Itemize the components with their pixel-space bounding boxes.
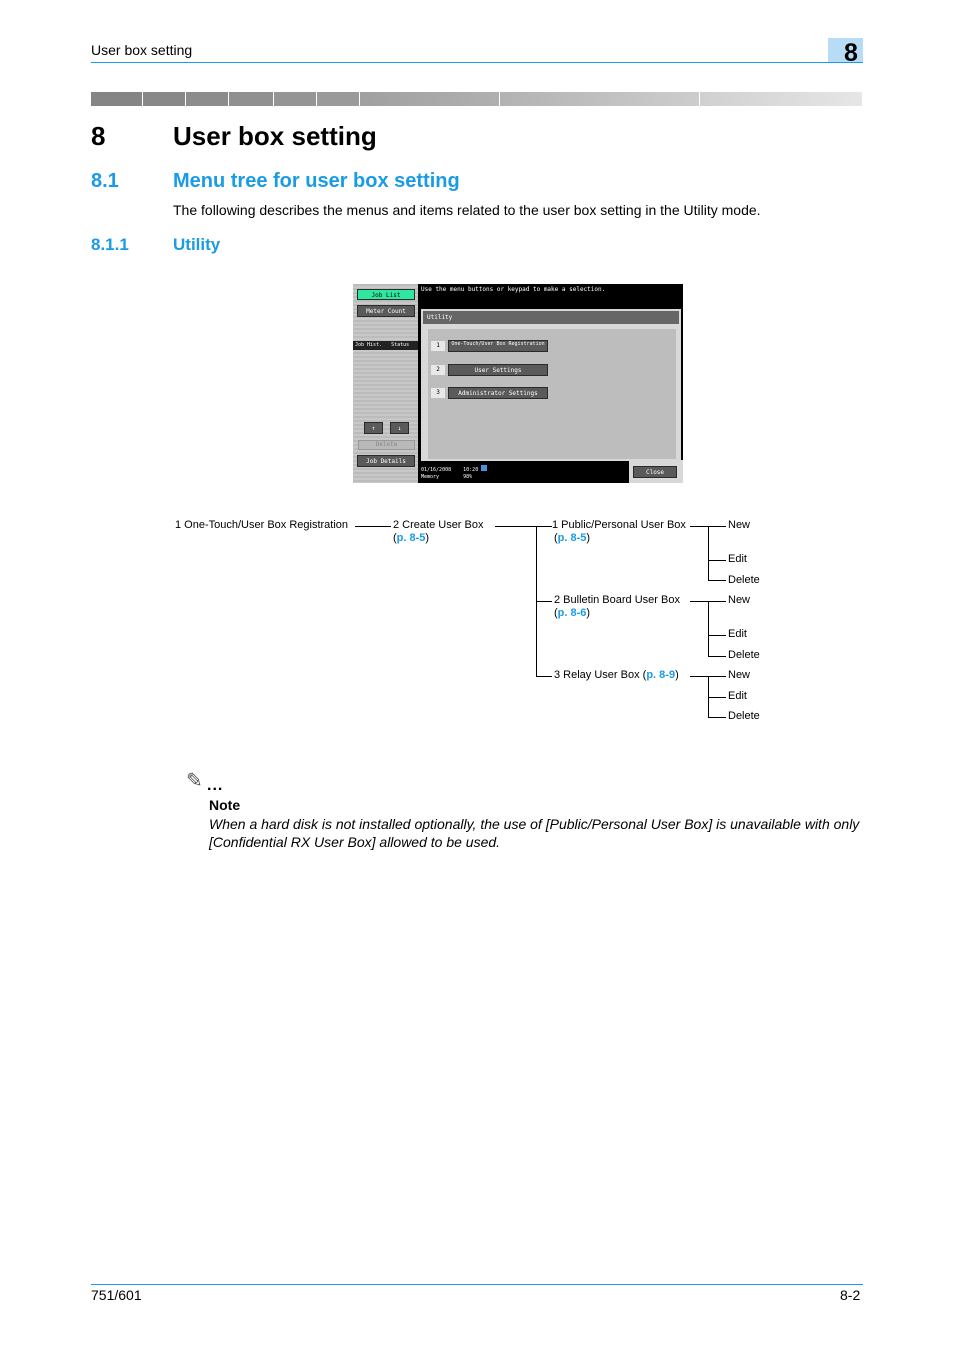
tree-relay-text: 3 Relay User Box bbox=[554, 669, 640, 681]
utility-panel-title: Utility bbox=[423, 311, 679, 324]
menu-number: 1 bbox=[431, 341, 445, 351]
chapter-title: User box setting bbox=[173, 121, 377, 151]
page-link[interactable]: p. 8-5 bbox=[397, 532, 426, 544]
tree-connector bbox=[708, 580, 726, 581]
subsection-number: 8.1.1 bbox=[91, 235, 129, 254]
tree-relay-label: 3 Relay User Box (p. 8-9) bbox=[554, 669, 679, 681]
tree-connector bbox=[708, 601, 709, 656]
tree-leaf-delete: Delete bbox=[728, 574, 760, 586]
memory-value: 98% bbox=[463, 474, 473, 480]
menu-number: 3 bbox=[431, 388, 445, 398]
decorative-gradient-bar bbox=[91, 92, 863, 106]
tree-level1-ref: (p. 8-5) bbox=[393, 532, 430, 544]
screen-time: 10:20 bbox=[463, 467, 479, 473]
tree-connector bbox=[708, 697, 726, 698]
tree-connector bbox=[536, 526, 552, 527]
tree-connector bbox=[536, 676, 552, 677]
page-link[interactable]: p. 8-5 bbox=[558, 532, 587, 544]
status-tab: Status bbox=[391, 342, 410, 348]
up-arrow-icon: ↑ bbox=[364, 422, 383, 434]
footer-rule bbox=[91, 1284, 863, 1285]
note-title: Note bbox=[209, 797, 241, 813]
tree-connector bbox=[708, 560, 726, 561]
job-list-button: Job List bbox=[357, 289, 415, 300]
tree-leaf-new: New bbox=[728, 594, 751, 606]
page-link[interactable]: p. 8-6 bbox=[558, 607, 587, 619]
pencil-icon: ✎ bbox=[186, 770, 203, 792]
tree-root: 1 One-Touch/User Box Registration bbox=[175, 519, 349, 531]
utility-screen-image: Job List Meter Count Job Hist. Status ↑ … bbox=[353, 284, 683, 483]
utility-panel: Utility 1 One-Touch/User Box Registratio… bbox=[421, 309, 681, 461]
header-rule bbox=[91, 62, 863, 63]
tree-connector bbox=[708, 717, 726, 718]
footer-model: 751/601 bbox=[91, 1287, 142, 1303]
tree-connector bbox=[495, 526, 537, 527]
tree-connector bbox=[355, 526, 391, 527]
screen-message: Use the menu buttons or keypad to make a… bbox=[421, 286, 606, 293]
job-details-button: Job Details bbox=[357, 455, 415, 467]
tree-connector bbox=[708, 526, 709, 581]
utility-menu-area: 1 One-Touch/User Box Registration 2 User… bbox=[428, 329, 676, 459]
tree-level1-label: 2 Create User Box bbox=[393, 519, 484, 531]
tree-leaf-edit: Edit bbox=[728, 690, 747, 702]
close-button: Close bbox=[633, 466, 677, 478]
meter-count-button: Meter Count bbox=[357, 305, 415, 317]
tree-public-personal-label: 1 Public/Personal User Box bbox=[552, 519, 686, 531]
tree-leaf-delete: Delete bbox=[728, 649, 760, 661]
page-link[interactable]: p. 8-9 bbox=[646, 669, 675, 681]
administrator-settings-button: Administrator Settings bbox=[448, 387, 548, 399]
section-title: Menu tree for user box setting bbox=[173, 170, 460, 192]
tree-leaf-delete: Delete bbox=[728, 710, 760, 722]
note-text: When a hard disk is not installed option… bbox=[209, 816, 860, 850]
user-settings-button: User Settings bbox=[448, 364, 548, 376]
section-number: 8.1 bbox=[91, 170, 119, 192]
tree-leaf-edit: Edit bbox=[728, 628, 747, 640]
screen-date: 01/16/2008 bbox=[421, 467, 452, 473]
job-status-tabs: Job Hist. Status bbox=[353, 341, 418, 350]
tree-leaf-edit: Edit bbox=[728, 553, 747, 565]
chapter-number: 8 bbox=[91, 121, 106, 151]
section-intro: The following describes the menus and it… bbox=[173, 202, 761, 218]
one-touch-user-box-button: One-Touch/User Box Registration bbox=[448, 340, 548, 352]
tree-public-personal-ref: (p. 8-5) bbox=[554, 532, 591, 544]
footer-page-number: 8-2 bbox=[840, 1287, 861, 1303]
running-header-title: User box setting bbox=[91, 42, 193, 58]
delete-button: Delete bbox=[358, 440, 415, 450]
job-history-tab: Job Hist. bbox=[355, 342, 383, 348]
memory-label: Memory bbox=[421, 474, 440, 480]
down-arrow-icon: ↓ bbox=[390, 422, 409, 434]
tree-bulletin-board-label: 2 Bulletin Board User Box bbox=[554, 594, 680, 606]
menu-number: 2 bbox=[431, 365, 445, 375]
tree-connector bbox=[708, 656, 726, 657]
note-dots: ... bbox=[207, 777, 224, 794]
tree-connector bbox=[536, 601, 552, 602]
screen-footer: 01/16/2008 10:20 Memory 98% bbox=[421, 465, 488, 481]
tree-connector bbox=[708, 635, 726, 636]
tree-bulletin-board-ref: (p. 8-6) bbox=[554, 607, 591, 619]
subsection-title: Utility bbox=[173, 235, 221, 254]
network-icon bbox=[481, 465, 488, 471]
chapter-tab-number: 8 bbox=[844, 39, 858, 67]
tree-leaf-new: New bbox=[728, 669, 751, 681]
tree-leaf-new: New bbox=[728, 519, 751, 531]
